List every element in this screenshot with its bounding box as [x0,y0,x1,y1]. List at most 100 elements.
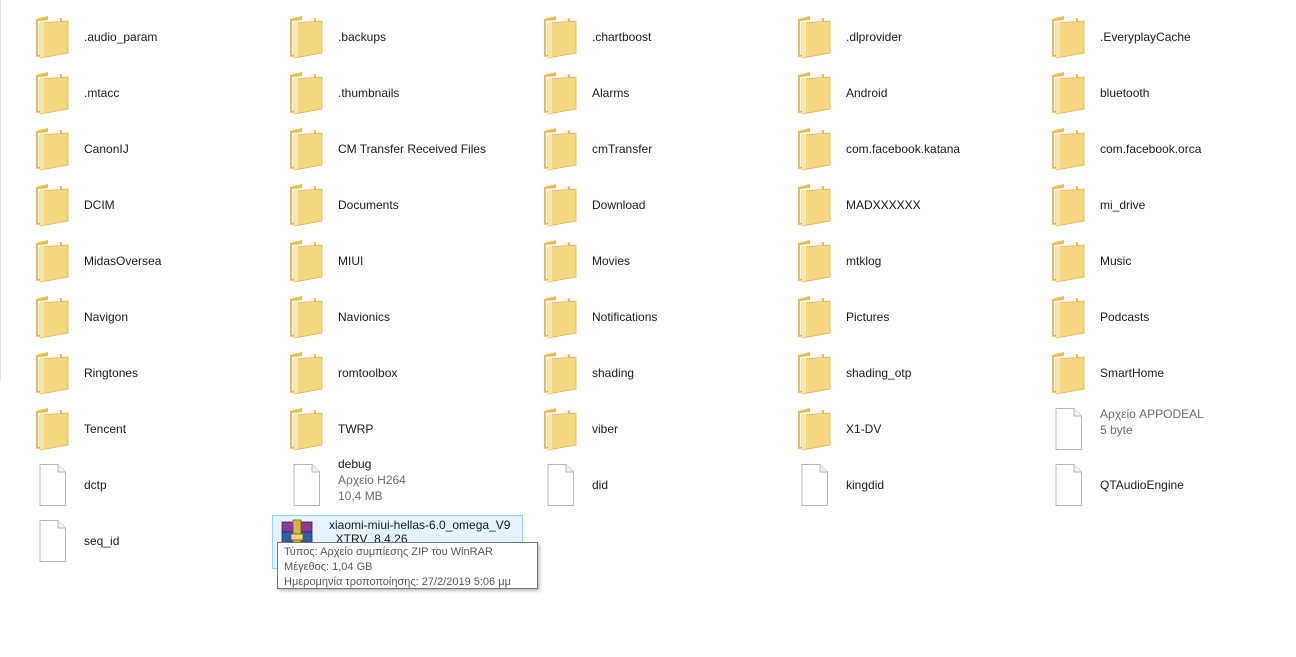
folder-item-pictures[interactable]: Pictures [770,289,1020,341]
folder-icon [32,351,72,395]
folder-item-download[interactable]: Download [516,177,766,229]
item-name: cmTransfer [592,142,653,156]
folder-icon [32,183,72,227]
item-name: Tencent [84,422,127,436]
folder-item-ringtones[interactable]: Ringtones [8,345,258,397]
item-name: com.facebook.orca [1100,142,1202,156]
file-icon [794,463,834,507]
folder-icon [32,295,72,339]
folder-icon [286,295,326,339]
item-name: romtoolbox [338,366,398,380]
folder-item-backups[interactable]: .backups [262,9,512,61]
folder-icon [540,295,580,339]
file-icon [32,519,72,563]
folder-icon [1048,183,1088,227]
folder-icon [794,71,834,115]
item-name: did [592,478,609,492]
folder-item-music[interactable]: Music [1024,233,1274,285]
folder-item-mtacc[interactable]: .mtacc [8,65,258,117]
folder-item-viber[interactable]: viber [516,401,766,453]
item-name: Navigon [84,310,129,324]
folder-item-alarms[interactable]: Alarms [516,65,766,117]
item-name: debug [338,457,372,471]
folder-item-audio-param[interactable]: .audio_param [8,9,258,61]
item-name: kingdid [846,478,885,492]
folder-item-everyplaycache[interactable]: .EveryplayCache [1024,9,1274,61]
item-name: Notifications [592,310,658,324]
item-name: .dlprovider [846,30,903,44]
file-item-debug[interactable]: debug Αρχείο H264 10,4 MB [262,457,512,509]
item-name: Music [1100,254,1132,268]
item-detail: 10,4 MB [338,489,383,503]
folder-icon [540,15,580,59]
folder-icon [540,183,580,227]
item-name: Αρχείο APPODEAL [1100,407,1204,421]
folder-icon [1048,295,1088,339]
folder-item-android[interactable]: Android [770,65,1020,117]
folder-item-movies[interactable]: Movies [516,233,766,285]
folder-item-mi-drive[interactable]: mi_drive [1024,177,1274,229]
folder-icon [1048,71,1088,115]
item-name: MIUI [338,254,364,268]
folder-item-cmtransfer[interactable]: cmTransfer [516,121,766,173]
folder-item-madxxxxxx[interactable]: MADXXXXXX [770,177,1020,229]
folder-item-mtklog[interactable]: mtklog [770,233,1020,285]
folder-icon [794,15,834,59]
item-name: MidasOversea [84,254,162,268]
folder-icon [1048,351,1088,395]
file-item-seq-id[interactable]: seq_id [8,513,258,565]
tooltip-date: Ημερομηνία τροποποίησης: 27/2/2019 5:06 … [284,576,511,588]
folder-item-bluetooth[interactable]: bluetooth [1024,65,1274,117]
folder-icon [540,351,580,395]
item-name: .backups [338,30,387,44]
folder-item-navionics[interactable]: Navionics [262,289,512,341]
folder-item-shading-otp[interactable]: shading_otp [770,345,1020,397]
folder-item-x1-dv[interactable]: X1-DV [770,401,1020,453]
folder-icon [32,407,72,451]
folder-item-miui[interactable]: MIUI [262,233,512,285]
folder-item-thumbnails[interactable]: .thumbnails [262,65,512,117]
folder-icon [540,127,580,171]
folder-item-smarthome[interactable]: SmartHome [1024,345,1274,397]
tooltip-size: Μέγεθος: 1,04 GB [284,561,373,573]
file-item-dctp[interactable]: dctp [8,457,258,509]
folder-icon [794,295,834,339]
item-name: Pictures [846,310,890,324]
folder-item-chartboost[interactable]: .chartboost [516,9,766,61]
folder-icon [286,351,326,395]
folder-item-com-facebook-orca[interactable]: com.facebook.orca [1024,121,1274,173]
folder-item-shading[interactable]: shading [516,345,766,397]
folder-item-dlprovider[interactable]: .dlprovider [770,9,1020,61]
folder-item-midasoversea[interactable]: MidasOversea [8,233,258,285]
folder-item-twrp[interactable]: TWRP [262,401,512,453]
item-name: TWRP [338,422,374,436]
folder-icon [1048,15,1088,59]
tooltip-type: Τύπος: Αρχείο συμπίεσης ZIP του WinRAR [284,546,493,558]
pane-divider [0,0,1,380]
folder-item-tencent[interactable]: Tencent [8,401,258,453]
folder-icon [286,71,326,115]
file-item-did[interactable]: did [516,457,766,509]
item-name: X1-DV [846,422,882,436]
folder-icon [794,407,834,451]
folder-item-dcim[interactable]: DCIM [8,177,258,229]
file-item-appodeal[interactable]: Αρχείο APPODEAL 5 byte [1024,401,1274,453]
item-detail: 5 byte [1100,423,1133,437]
file-icon [1048,463,1088,507]
file-item-qtaudioengine[interactable]: QTAudioEngine [1024,457,1274,509]
folder-item-navigon[interactable]: Navigon [8,289,258,341]
folder-item-canonij[interactable]: CanonIJ [8,121,258,173]
file-icon [540,463,580,507]
item-name: Android [846,86,888,100]
item-name: shading_otp [846,366,912,380]
folder-item-romtoolbox[interactable]: romtoolbox [262,345,512,397]
folder-item-notifications[interactable]: Notifications [516,289,766,341]
folder-item-cm-transfer-received-files[interactable]: CM Transfer Received Files [262,121,512,173]
folder-item-documents[interactable]: Documents [262,177,512,229]
folder-item-podcasts[interactable]: Podcasts [1024,289,1274,341]
folder-item-com-facebook-katana[interactable]: com.facebook.katana [770,121,1020,173]
file-item-kingdid[interactable]: kingdid [770,457,1020,509]
item-name: .audio_param [84,30,158,44]
file-icon [1048,407,1088,451]
item-name: Podcasts [1100,310,1150,324]
